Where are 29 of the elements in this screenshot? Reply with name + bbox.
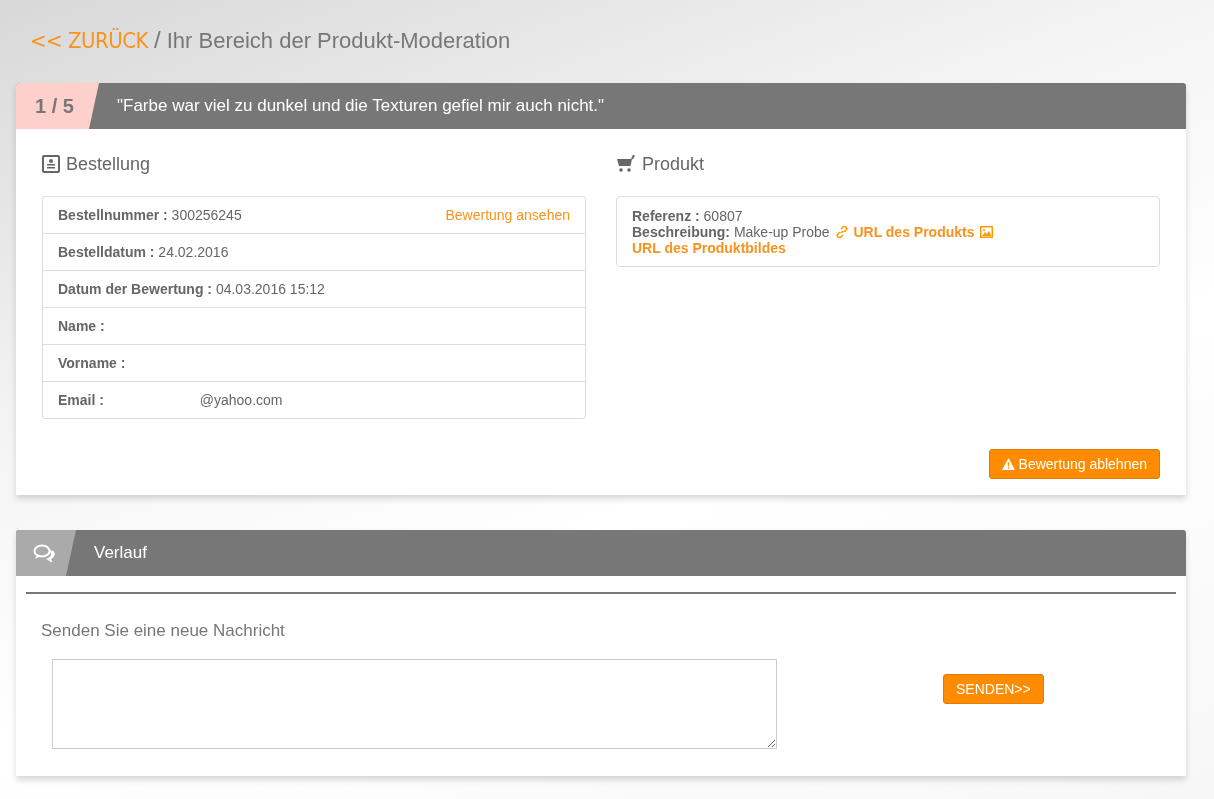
image-url-link[interactable]: URL des Produktbildes [632, 240, 786, 256]
history-title: Verlauf [93, 542, 147, 564]
image-icon [980, 226, 994, 238]
link-icon [835, 226, 848, 238]
order-field: Email : @yahoo.com [58, 392, 283, 408]
contact-card-icon [42, 155, 60, 173]
order-field: Bestelldatum : 24.02.2016 [58, 244, 229, 260]
order-field: Name : [58, 318, 105, 334]
order-heading: Bestellung [66, 153, 151, 175]
order-field: Datum der Bewertung : 04.03.2016 15:12 [58, 281, 325, 297]
view-review-link[interactable]: Bewertung ansehen [445, 207, 570, 223]
product-url-link[interactable]: URL des Produkts [853, 224, 975, 240]
chat-bubbles-icon [33, 544, 55, 562]
cart-icon [616, 155, 636, 173]
send-button[interactable]: SENDEN>> [943, 674, 1044, 704]
order-field: Bestellnummer : 300256245 [58, 207, 242, 223]
reject-review-button[interactable]: Bewertung ablehnen [988, 449, 1160, 479]
new-message-heading: Senden Sie eine neue Nachricht [41, 621, 286, 641]
product-reference: Referenz : 60807 [632, 208, 744, 224]
message-field[interactable] [52, 659, 777, 749]
product-heading: Produkt [642, 153, 705, 175]
breadcrumb-separator: / [154, 26, 161, 54]
review-counter: 1 / 5 [16, 83, 99, 129]
warning-icon [1001, 458, 1015, 470]
product-description: Beschreibung: Make-up Probe [632, 224, 830, 240]
page-title: Ihr Bereich der Produkt-Moderation [166, 28, 511, 54]
review-quote: "Farbe war viel zu dunkel und die Texturen gefiel mir auch nicht." [116, 95, 605, 117]
back-link[interactable]: << ZURÜCK [30, 28, 149, 53]
order-field: Vorname : [58, 355, 126, 371]
